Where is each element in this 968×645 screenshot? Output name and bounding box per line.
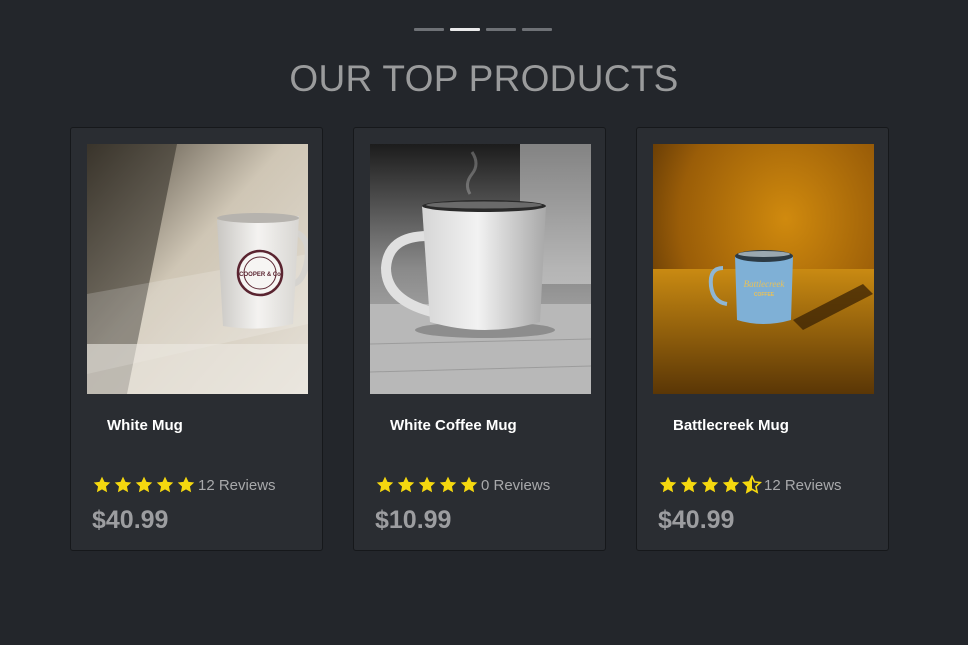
product-name[interactable]: Battlecreek Mug bbox=[673, 417, 789, 434]
product-name[interactable]: White Coffee Mug bbox=[390, 417, 517, 434]
star-full-icon bbox=[156, 476, 174, 493]
product-image[interactable] bbox=[370, 144, 591, 394]
carousel-dot-3[interactable] bbox=[486, 28, 516, 31]
star-full-icon bbox=[701, 476, 719, 493]
product-image[interactable]: Battlecreek COFFEE bbox=[653, 144, 874, 394]
star-full-icon bbox=[680, 476, 698, 493]
star-full-icon bbox=[177, 476, 195, 493]
carousel-indicator bbox=[414, 28, 552, 31]
product-name[interactable]: White Mug bbox=[107, 417, 183, 434]
product-price: $40.99 bbox=[92, 506, 169, 534]
star-full-icon bbox=[418, 476, 436, 493]
product-rating: 12 Reviews bbox=[92, 475, 276, 495]
carousel-dot-1[interactable] bbox=[414, 28, 444, 31]
product-price: $10.99 bbox=[375, 506, 452, 534]
carousel-dot-4[interactable] bbox=[522, 28, 552, 31]
star-full-icon bbox=[135, 476, 153, 493]
review-count[interactable]: 12 Reviews bbox=[764, 477, 842, 494]
mug-logo-text: COOPER & Co bbox=[239, 272, 281, 278]
star-full-icon bbox=[439, 476, 457, 493]
star-full-icon bbox=[114, 476, 132, 493]
battlecreek-mug-photo: Battlecreek COFFEE bbox=[653, 144, 874, 394]
section-title: OUR TOP PRODUCTS bbox=[289, 58, 679, 99]
star-full-icon bbox=[460, 476, 478, 493]
star-full-icon bbox=[659, 476, 677, 493]
product-card[interactable]: White Coffee Mug 0 Reviews $10.99 bbox=[353, 127, 606, 551]
star-full-icon bbox=[397, 476, 415, 493]
carousel-dot-2[interactable] bbox=[450, 28, 480, 31]
product-image[interactable]: COOPER & Co bbox=[87, 144, 308, 394]
product-rating: 12 Reviews bbox=[658, 475, 842, 495]
star-half-icon bbox=[742, 475, 762, 494]
white-coffee-mug-photo bbox=[370, 144, 591, 394]
star-full-icon bbox=[376, 476, 394, 493]
product-card[interactable]: Battlecreek COFFEE Battlecreek Mug 12 Re… bbox=[636, 127, 889, 551]
product-rating: 0 Reviews bbox=[375, 475, 550, 495]
product-grid: COOPER & Co White Mug 12 Reviews $40.99 bbox=[70, 127, 889, 551]
star-rating bbox=[92, 475, 196, 495]
review-count[interactable]: 0 Reviews bbox=[481, 477, 550, 494]
product-price: $40.99 bbox=[658, 506, 735, 534]
mug-brand-text: Battlecreek bbox=[744, 279, 786, 289]
review-count[interactable]: 12 Reviews bbox=[198, 477, 276, 494]
mug-brand-subtext: COFFEE bbox=[754, 292, 775, 298]
star-full-icon bbox=[93, 476, 111, 493]
star-rating bbox=[375, 475, 479, 495]
product-card[interactable]: COOPER & Co White Mug 12 Reviews $40.99 bbox=[70, 127, 323, 551]
star-full-icon bbox=[722, 476, 740, 493]
star-rating bbox=[658, 475, 762, 495]
white-mug-photo: COOPER & Co bbox=[87, 144, 308, 394]
